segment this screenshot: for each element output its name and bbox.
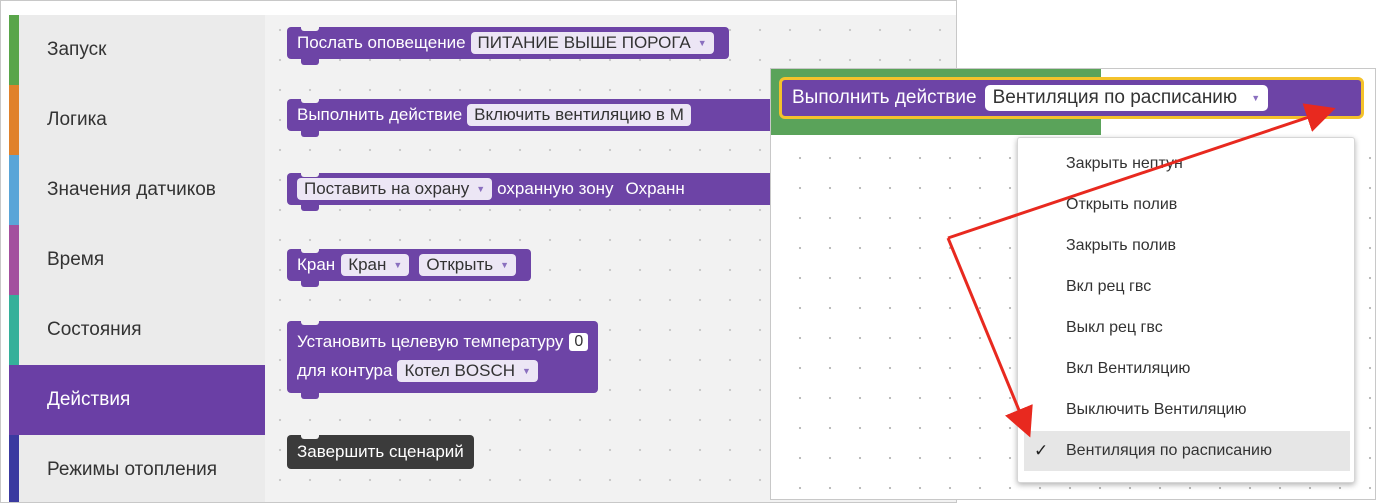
dropdown-arrow-icon: ▼ <box>697 38 707 48</box>
block-notch <box>301 130 319 137</box>
arm-mode-dropdown[interactable]: Поставить на охрану ▼ <box>297 178 493 200</box>
block-label: охранную зону <box>497 179 614 198</box>
dropdown-arrow-icon: ▼ <box>500 260 510 270</box>
menu-option-label: Вкл рец гвс <box>1066 278 1152 295</box>
category-label: Значения датчиков <box>47 179 216 200</box>
block-notch <box>301 98 319 103</box>
category-time[interactable]: Время <box>9 225 265 295</box>
checkmark-icon: ✓ <box>1034 441 1049 460</box>
category-color-stripe <box>9 225 19 295</box>
menu-option-label: Закрыть полив <box>1066 237 1177 254</box>
menu-option[interactable]: Вкл рец гвс <box>1018 267 1356 307</box>
dropdown-arrow-icon: ▼ <box>522 366 531 376</box>
category-launch[interactable]: Запуск <box>9 15 265 85</box>
category-heating-modes[interactable]: Режимы отопления <box>9 435 265 502</box>
block-notch <box>301 392 319 399</box>
menu-option-selected[interactable]: ✓ Вентиляция по расписанию <box>1024 431 1350 471</box>
dropdown-arrow-icon: ▼ <box>1251 93 1261 103</box>
block-label: Охранн <box>625 179 685 198</box>
category-color-stripe <box>9 435 19 502</box>
valve-block[interactable]: Кран Кран ▼ Открыть ▼ <box>287 248 532 287</box>
menu-option-label: Вкл Вентиляцию <box>1066 360 1191 377</box>
send-notification-block[interactable]: Послать оповещение ПИТАНИЕ ВЫШЕ ПОРОГА ▼ <box>287 26 729 65</box>
category-label: Режимы отопления <box>47 459 218 480</box>
category-color-stripe <box>9 295 19 365</box>
category-color-stripe <box>9 15 19 85</box>
block-label: Выполнить действие <box>297 105 463 124</box>
action-dropdown-menu: Закрыть нептун Открыть полив Закрыть пол… <box>1017 137 1355 483</box>
selected-perform-action-block[interactable]: Выполнить действие Вентиляция по расписа… <box>779 77 1364 119</box>
perform-action-block[interactable]: Выполнить действие Включить вентиляцию в… <box>287 98 807 137</box>
block-label: Кран <box>297 255 336 274</box>
block-label: Выполнить действие <box>792 87 977 108</box>
dropdown-value: Вентиляция по расписанию <box>992 87 1238 108</box>
block-notch <box>301 204 319 211</box>
notification-dropdown[interactable]: ПИТАНИЕ ВЫШЕ ПОРОГА ▼ <box>470 32 714 54</box>
menu-option[interactable]: Выключить Вентиляцию <box>1018 390 1356 430</box>
dropdown-value: Поставить на охрану <box>304 179 470 198</box>
dropdown-arrow-icon: ▼ <box>393 260 403 270</box>
block-label: Послать оповещение <box>297 33 466 52</box>
temperature-input[interactable]: 0 <box>569 333 589 351</box>
dropdown-value: Кран <box>348 255 387 274</box>
toolbox: Запуск Логика Значения датчиков Время Со… <box>9 15 265 502</box>
dropdown-value: Включить вентиляцию в М <box>474 105 684 124</box>
category-logic[interactable]: Логика <box>9 85 265 155</box>
block-notch <box>301 434 319 439</box>
block-notch <box>301 280 319 287</box>
arm-security-block[interactable]: Поставить на охрану ▼ охранную зону Охра… <box>287 172 807 211</box>
menu-option-label: Выкл рец гвс <box>1066 319 1163 336</box>
end-scenario-block[interactable]: Завершить сценарий <box>287 434 474 469</box>
block-notch <box>301 26 319 31</box>
circuit-dropdown[interactable]: Котел BOSCH ▼ <box>397 360 538 382</box>
category-label: Состояния <box>47 319 142 340</box>
category-color-stripe <box>9 365 19 435</box>
menu-option-label: Закрыть нептун <box>1066 155 1183 172</box>
action-dropdown[interactable]: Вентиляция по расписанию ▼ <box>984 85 1269 111</box>
dropdown-value: Открыть <box>426 255 494 274</box>
block-label: для контура <box>297 361 393 380</box>
set-target-temperature-block[interactable]: Установить целевую температуру 0 для кон… <box>287 320 599 399</box>
category-sensor-values[interactable]: Значения датчиков <box>9 155 265 225</box>
circuit-row: для контура Котел BOSCH ▼ <box>297 360 543 382</box>
temperature-row: Установить целевую температуру 0 <box>297 332 589 352</box>
category-label: Действия <box>47 389 131 410</box>
category-color-stripe <box>9 85 19 155</box>
menu-option[interactable]: Вкл Вентиляцию <box>1018 349 1356 389</box>
block-label: Установить целевую температуру <box>297 332 564 351</box>
menu-option[interactable]: Выкл рец гвс <box>1018 308 1356 348</box>
menu-option[interactable]: Закрыть нептун <box>1018 144 1356 184</box>
block-notch <box>301 172 319 177</box>
category-label: Время <box>47 249 105 270</box>
menu-option[interactable]: Открыть полив <box>1018 185 1356 225</box>
category-color-stripe <box>9 155 19 225</box>
dropdown-arrow-icon: ▼ <box>476 184 486 194</box>
valve-state-dropdown[interactable]: Открыть ▼ <box>419 254 517 276</box>
valve-select-dropdown[interactable]: Кран ▼ <box>341 254 410 276</box>
block-notch <box>301 58 319 65</box>
block-label: Завершить сценарий <box>297 442 464 461</box>
block-notch <box>301 248 319 253</box>
dropdown-value: Котел BOSCH <box>404 361 516 380</box>
category-label: Запуск <box>47 39 107 60</box>
category-label: Логика <box>47 109 107 130</box>
action-dropdown[interactable]: Включить вентиляцию в М <box>467 104 691 126</box>
category-actions[interactable]: Действия <box>9 365 265 435</box>
dropdown-value: ПИТАНИЕ ВЫШЕ ПОРОГА <box>477 33 691 52</box>
menu-option-label: Вентиляция по расписанию <box>1066 442 1272 459</box>
zoomed-dropdown-panel: Выполнить действие Вентиляция по расписа… <box>770 68 1376 500</box>
menu-option-label: Открыть полив <box>1066 196 1178 213</box>
menu-option[interactable]: Закрыть полив <box>1018 226 1356 266</box>
block-notch <box>301 320 319 325</box>
menu-option-label: Выключить Вентиляцию <box>1066 401 1247 418</box>
category-states[interactable]: Состояния <box>9 295 265 365</box>
